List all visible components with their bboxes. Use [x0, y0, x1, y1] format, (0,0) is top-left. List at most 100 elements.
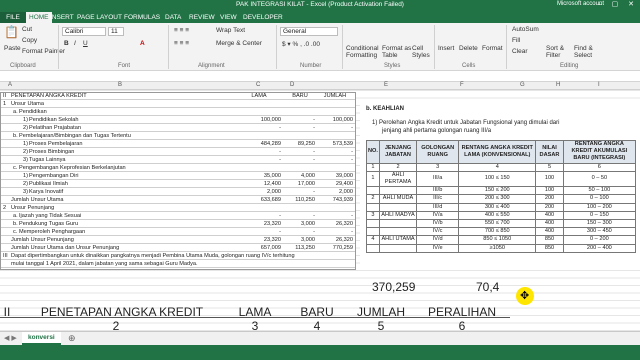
format-button[interactable]: Format [482, 45, 503, 52]
column-header[interactable]: B [118, 82, 122, 88]
left-table-row: 2 Unsur Penunjang [1, 205, 355, 212]
left-table-row: c. Memperoleh Penghargaan - - - [1, 229, 355, 236]
table-cell: 150 ≤ 200 [458, 186, 537, 196]
header-cell[interactable]: PERALIHAN [418, 305, 506, 319]
table-cell: 3 [366, 210, 380, 221]
font-name-select[interactable]: Calibri [62, 27, 106, 36]
table-cell: 400 ≤ 550 [458, 210, 537, 221]
separator [434, 25, 435, 69]
column-header[interactable]: F [460, 82, 464, 88]
header-cell[interactable]: PENETAPAN ANGKA KREDIT [24, 305, 220, 319]
column-header[interactable]: H [556, 82, 560, 88]
left-table-row: b. Pendukung Tugas Guru 23,320 3,000 26,320 [1, 221, 355, 228]
copy-button[interactable]: Copy [22, 37, 37, 44]
left-table-cell: Proses Pembelajaran [29, 141, 83, 147]
column-header[interactable]: D [290, 82, 294, 88]
left-table-cell: - [313, 157, 315, 163]
total-cell[interactable]: 370,259 [372, 280, 415, 294]
conditional-formatting-button[interactable]: Conditional Formatting [346, 45, 380, 59]
left-table-row: 2) Pelatihan Prajabatan - - - [1, 125, 355, 132]
right-table-picture[interactable]: b. KEAHLIAN 1) Perolehan Angka Kredit un… [360, 100, 640, 270]
tab-view[interactable]: VIEW [217, 12, 240, 23]
left-table-picture[interactable]: II PENETAPAN ANGKA KREDIT LAMA BARU JUMLAH 1 U… [0, 92, 356, 270]
partial-cell[interactable]: 70,4 [476, 280, 499, 294]
table-cell: 550 ≤ 700 [458, 219, 537, 229]
font-color-icon[interactable]: A [140, 40, 145, 47]
left-table-cell: Karya Inovatif [29, 189, 64, 195]
formula-bar[interactable] [0, 71, 640, 82]
left-table-cell: - [313, 189, 315, 195]
left-table-cell: - [313, 213, 315, 219]
wrap-text-button[interactable]: Wrap Text [216, 27, 245, 34]
left-table-row: 2) Publikasi Ilmiah 12,400 17,000 29,400 [1, 181, 355, 188]
left-table-cell: 89,250 [297, 141, 315, 147]
tab-page-layout[interactable]: PAGE LAYOUT [74, 12, 125, 23]
left-table-cell: Jumlah Unsur Utama [11, 197, 64, 203]
paste-button[interactable]: Paste [4, 45, 21, 52]
insert-button[interactable]: Insert [438, 45, 454, 52]
table-row: III/b 150 ≤ 200 100 50 – 100 [366, 186, 637, 196]
left-table-cell: Pembelajaran/Bimbingan dan Tugas Tertent… [19, 133, 131, 139]
bold-button[interactable]: B [64, 40, 69, 47]
status-bar [0, 345, 640, 360]
header-cell[interactable]: BARU [288, 305, 346, 319]
add-sheet-button[interactable]: ⊕ [68, 333, 76, 344]
tab-review[interactable]: REVIEW [186, 12, 218, 23]
table-cell: 200 – 400 [562, 243, 637, 253]
format-as-table-button[interactable]: Format as Table [382, 45, 412, 59]
left-table-row: mulai tanggal 1 April 2021, dalam jabata… [1, 261, 355, 268]
clear-button[interactable]: Clear [512, 48, 528, 55]
table-row: 4 AHLI UTAMA IV/d 850 ≤ 1050 850 0 – 200 [366, 235, 637, 245]
font-size-select[interactable]: 11 [108, 27, 124, 36]
number-group-label: Number [300, 63, 322, 69]
table-cell [378, 186, 418, 196]
scroll-sheets-icon[interactable]: ◀ ▶ [4, 334, 17, 342]
align-top-icon[interactable]: ≡ ≡ ≡ [174, 27, 189, 34]
left-table-cell: 113,250 [295, 245, 315, 251]
column-header[interactable]: A [8, 82, 12, 88]
table-column-number: 1 [366, 162, 380, 172]
sort-filter-button[interactable]: Sort & Filter [546, 45, 570, 59]
cell-styles-button[interactable]: Cell Styles [412, 45, 434, 59]
left-table-row: Jumlah Unsur Utama dan Unsur Penunjang 65… [1, 245, 355, 252]
table-cell: IV/d [416, 235, 460, 245]
mouse-cursor-highlight: ✥ [516, 287, 534, 305]
header-cell[interactable]: II [0, 305, 14, 319]
window-controls[interactable]: – ▢ ✕ [598, 0, 638, 8]
window-title: PAK INTEGRASI KILAT - Excel (Product Act… [236, 1, 404, 8]
align-left-icon[interactable]: ≡ ≡ ≡ [174, 40, 189, 47]
table-cell: III/c [416, 194, 460, 204]
header-cell[interactable]: JUMLAH [346, 305, 416, 319]
table-cell: 850 [535, 243, 564, 253]
table-cell [378, 219, 418, 229]
underline-button[interactable]: U [83, 40, 88, 47]
find-select-button[interactable]: Find & Select [574, 45, 600, 59]
left-table-cell: 39,000 [335, 173, 353, 179]
column-header[interactable]: E [384, 82, 388, 88]
tab-file[interactable]: FILE [0, 12, 26, 23]
fill-button[interactable]: Fill [512, 37, 520, 44]
tab-data[interactable]: DATA [162, 12, 184, 23]
tab-formulas[interactable]: FORMULAS [121, 12, 163, 23]
paste-icon[interactable]: 📋 [4, 25, 19, 39]
tab-insert[interactable]: INSERT [47, 12, 77, 23]
sheet-tab-konversi[interactable]: konversi [22, 332, 61, 345]
column-header[interactable]: C [256, 82, 260, 88]
column-header[interactable]: G [520, 82, 525, 88]
merge-center-button[interactable]: Merge & Center [216, 40, 262, 47]
cut-button[interactable]: Cut [22, 26, 32, 33]
tab-developer[interactable]: DEVELOPER [240, 12, 286, 23]
delete-button[interactable]: Delete [459, 45, 478, 52]
number-format-select[interactable]: General [280, 27, 338, 36]
autosum-button[interactable]: AutoSum [512, 26, 539, 33]
table-row: IV/e ≥1050 850 200 – 400 [366, 243, 637, 253]
italic-button[interactable]: I [74, 40, 76, 47]
table-row: 2 AHLI MUDA III/c 200 ≤ 300 200 0 – 100 [366, 194, 637, 204]
section-heading: b. KEAHLIAN [366, 106, 404, 112]
header-cell[interactable]: LAMA [226, 305, 284, 319]
column-header[interactable]: I [598, 82, 600, 88]
currency-icon[interactable]: $ ▾ % , .0 .00 [282, 40, 320, 48]
table-cell: 100 – 200 [562, 202, 637, 212]
table-cell: III/a [416, 170, 460, 188]
left-table-header-row: II PENETAPAN ANGKA KREDIT LAMA BARU JUMLAH [1, 93, 355, 100]
